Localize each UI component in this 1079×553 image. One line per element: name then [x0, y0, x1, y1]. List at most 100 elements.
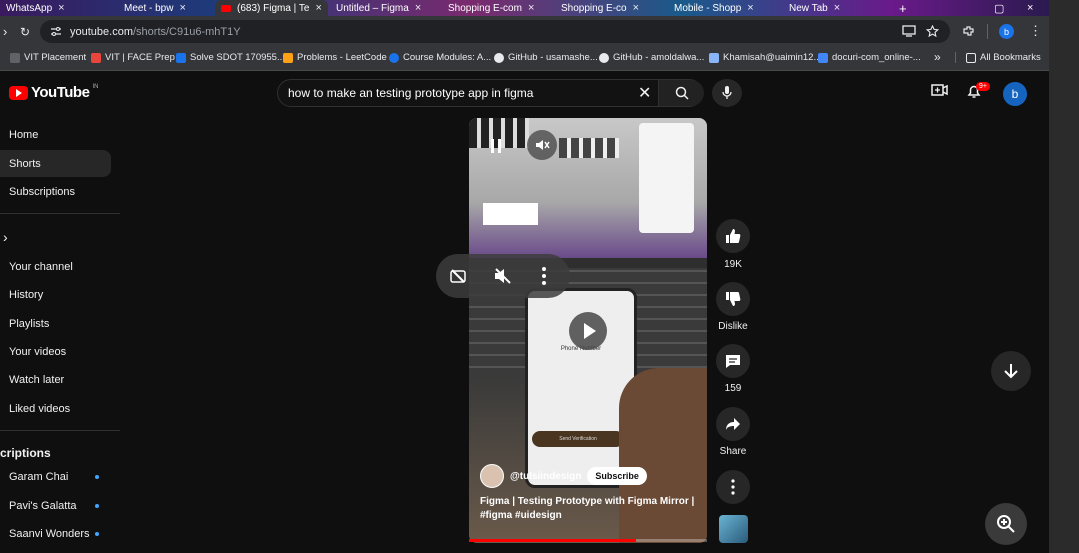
bookmark-docuri[interactable]: docuri-com_online-... — [818, 52, 921, 63]
sidebar-item-label: Shorts — [9, 157, 41, 170]
bookmark-solve-sdot[interactable]: Solve SDOT 170955... — [176, 52, 285, 63]
comments-button[interactable] — [716, 344, 750, 378]
sidebar-item-your-channel[interactable]: Your channel — [0, 253, 111, 280]
more-bookmarks-chevron-icon[interactable]: » — [934, 50, 941, 64]
site-info-icon[interactable] — [50, 26, 62, 37]
browser-menu-icon[interactable]: ⋮ — [1029, 23, 1042, 39]
zoom-button[interactable] — [985, 503, 1027, 545]
short-progress-bar[interactable] — [469, 539, 707, 542]
channel-avatar[interactable] — [480, 464, 504, 488]
extensions-icon[interactable] — [962, 25, 975, 38]
forward-icon[interactable]: › — [3, 24, 7, 39]
bookmark-label: Course Modules: A... — [403, 52, 492, 63]
tab-shopping-ecom[interactable]: Shopping E-com × — [442, 0, 540, 16]
bookmark-label: Problems - LeetCode — [297, 52, 387, 63]
sidebar-item-home[interactable]: Home — [0, 121, 111, 148]
search-button[interactable] — [658, 80, 704, 106]
new-tab-button[interactable]: + — [893, 0, 913, 16]
close-icon[interactable]: × — [415, 2, 421, 14]
sidebar-item-label: Home — [9, 128, 39, 141]
sidebar-item-shorts[interactable]: Shorts — [0, 150, 111, 177]
logo-text: YouTube — [31, 84, 90, 101]
more-options-icon[interactable] — [541, 266, 547, 286]
omnibox[interactable]: youtube.com/shorts/C91u6-mhT1Y — [40, 20, 950, 43]
short-channel-row: @tulsiindesign Subscribe — [480, 464, 647, 488]
sidebar-item-your-videos[interactable]: Your videos — [0, 338, 111, 365]
close-window-icon[interactable]: × — [1027, 0, 1033, 16]
profile-avatar[interactable]: b — [999, 24, 1014, 39]
clear-search-icon[interactable]: ✕ — [638, 83, 651, 103]
search-box: ✕ — [277, 79, 704, 107]
subscribe-button[interactable]: Subscribe — [587, 467, 647, 485]
tab-shopping-eco[interactable]: Shopping E-co × — [555, 0, 645, 16]
close-icon[interactable]: × — [58, 2, 64, 14]
subscriptions-heading: criptions — [0, 446, 51, 460]
dislike-button[interactable] — [716, 282, 750, 316]
close-icon[interactable]: × — [528, 2, 534, 14]
sidebar-item-watch-later[interactable]: Watch later — [0, 366, 111, 393]
maximize-icon[interactable]: ▢ — [994, 0, 1004, 16]
bookmark-star-icon[interactable] — [926, 25, 939, 38]
sidebar-item-subscriptions[interactable]: Subscriptions — [0, 178, 111, 205]
sidebar-item-label: Watch later — [9, 373, 65, 386]
like-button[interactable] — [716, 219, 750, 253]
short-title[interactable]: Figma | Testing Prototype with Figma Mir… — [480, 495, 695, 523]
figma-frames-thumbnail — [559, 138, 619, 158]
bookmark-label: GitHub - usamashe... — [508, 52, 598, 63]
pause-icon[interactable] — [490, 139, 502, 153]
bookmark-github-amoldalwa[interactable]: GitHub - amoldalwa... — [599, 52, 704, 63]
close-icon[interactable]: × — [834, 2, 840, 14]
play-button[interactable] — [569, 312, 607, 350]
bookmark-label: Solve SDOT 170955... — [190, 52, 285, 63]
close-icon[interactable]: × — [315, 2, 321, 14]
tab-new-tab[interactable]: New Tab × — [783, 0, 846, 16]
reload-icon[interactable]: ↻ — [20, 25, 30, 39]
create-video-icon[interactable] — [931, 83, 948, 97]
close-icon[interactable]: × — [633, 2, 639, 14]
youtube-logo[interactable]: YouTube IN — [9, 84, 98, 101]
close-icon[interactable]: × — [747, 2, 753, 14]
volume-muted-icon[interactable] — [493, 266, 513, 286]
tab-youtube-figma[interactable]: (683) Figma | Te × — [215, 0, 328, 16]
muted-speaker-icon — [536, 140, 550, 150]
next-short-button[interactable] — [991, 351, 1031, 391]
bookmark-khamisah[interactable]: Khamisah@uaimin12... — [709, 52, 821, 63]
subscription-item-saanvi-wonders[interactable]: Saanvi Wonders — [0, 521, 111, 547]
bookmark-face-prep[interactable]: VIT | FACE Prep — [91, 52, 175, 63]
share-button[interactable] — [716, 407, 750, 441]
captions-off-icon[interactable] — [448, 266, 468, 286]
tab-mobile-shopping[interactable]: Mobile - Shopp × — [668, 0, 760, 16]
window-scrollbar[interactable] — [1049, 0, 1079, 553]
search-input[interactable] — [288, 84, 628, 102]
more-actions-button[interactable] — [716, 470, 750, 504]
tab-figma-untitled[interactable]: Untitled – Figma × — [330, 0, 427, 16]
bookmark-label: docuri-com_online-... — [832, 52, 921, 63]
close-icon[interactable]: × — [179, 2, 185, 14]
tab-meet[interactable]: Meet - bpw × — [118, 0, 192, 16]
sidebar-item-playlists[interactable]: Playlists — [0, 310, 111, 337]
video-frame-top — [469, 118, 707, 258]
account-avatar[interactable]: b — [1003, 82, 1027, 106]
tab-label: Meet - bpw — [124, 2, 174, 14]
tab-whatsapp[interactable]: WhatsApp × — [0, 0, 71, 16]
mute-toggle-button[interactable] — [527, 130, 557, 160]
thumbs-up-icon — [726, 229, 741, 243]
channel-name[interactable]: @tulsiindesign — [510, 471, 581, 482]
all-bookmarks-button[interactable]: All Bookmarks — [955, 52, 1041, 63]
thumbs-down-icon — [726, 292, 741, 306]
voice-search-button[interactable] — [712, 79, 742, 107]
subscription-item-pavis-galatta[interactable]: Pavi's Galatta — [0, 493, 111, 519]
bookmark-course-modules[interactable]: Course Modules: A... — [389, 52, 491, 63]
bookmark-github-usamashe[interactable]: GitHub - usamashe... — [494, 52, 598, 63]
audio-source-thumbnail[interactable] — [719, 515, 748, 543]
tab-label: Shopping E-co — [561, 2, 627, 14]
sidebar-item-liked-videos[interactable]: Liked videos — [0, 395, 111, 422]
arrow-down-icon — [1004, 364, 1018, 379]
bookmark-vit-placement[interactable]: VIT Placement — [10, 52, 86, 63]
cast-icon[interactable] — [902, 25, 916, 37]
sidebar-item-history[interactable]: History — [0, 281, 111, 308]
bookmark-label: Khamisah@uaimin12... — [723, 52, 822, 63]
bookmark-leetcode[interactable]: Problems - LeetCode — [283, 52, 387, 63]
you-section-chevron-icon[interactable]: › — [0, 223, 111, 250]
subscription-item-garam-chai[interactable]: Garam Chai — [0, 464, 111, 490]
